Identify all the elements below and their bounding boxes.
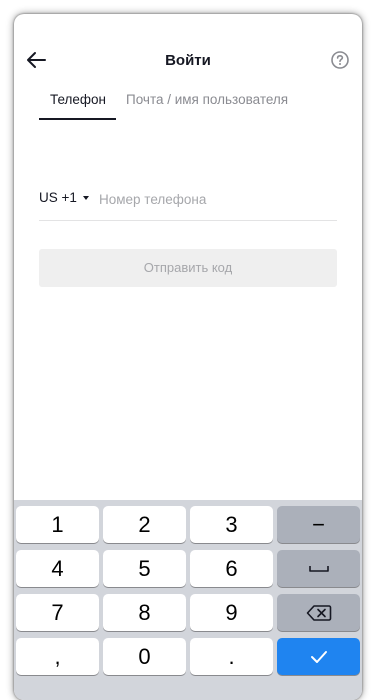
key-minus[interactable]: − (277, 506, 360, 543)
key-8[interactable]: 8 (103, 594, 186, 631)
checkmark-icon (310, 650, 327, 663)
country-code-label: US +1 (39, 190, 77, 205)
tab-email-username[interactable]: Почта / имя пользователя (126, 92, 288, 107)
tab-phone[interactable]: Телефон (40, 92, 116, 107)
key-period[interactable]: . (190, 638, 273, 675)
caret-down-icon (82, 195, 89, 200)
key-comma[interactable]: , (16, 638, 99, 675)
phone-number-input[interactable] (99, 186, 333, 212)
key-9[interactable]: 9 (190, 594, 273, 631)
key-7[interactable]: 7 (16, 594, 99, 631)
page-title: Войти (165, 52, 211, 69)
send-code-button[interactable]: Отправить код (39, 249, 337, 287)
key-6[interactable]: 6 (190, 550, 273, 587)
key-backspace[interactable] (277, 594, 360, 631)
space-icon (308, 565, 329, 572)
key-2[interactable]: 2 (103, 506, 186, 543)
key-5[interactable]: 5 (103, 550, 186, 587)
key-1[interactable]: 1 (16, 506, 99, 543)
key-enter[interactable] (277, 638, 360, 675)
active-tab-indicator (39, 118, 116, 120)
help-button[interactable] (330, 50, 350, 70)
question-circle-icon (331, 51, 349, 69)
key-3[interactable]: 3 (190, 506, 273, 543)
app-screen: Войти Телефон Почта / имя пользователя U… (14, 14, 362, 700)
country-code-selector[interactable]: US +1 (39, 190, 89, 205)
key-space[interactable] (277, 550, 360, 587)
numeric-keyboard: 1 2 3 − 4 5 6 7 8 9 , 0 . (14, 500, 362, 700)
login-tabs: Телефон Почта / имя пользователя (14, 90, 362, 122)
key-0[interactable]: 0 (103, 638, 186, 675)
phone-number-row: US +1 (39, 182, 337, 221)
backspace-icon (306, 604, 331, 621)
key-4[interactable]: 4 (16, 550, 99, 587)
